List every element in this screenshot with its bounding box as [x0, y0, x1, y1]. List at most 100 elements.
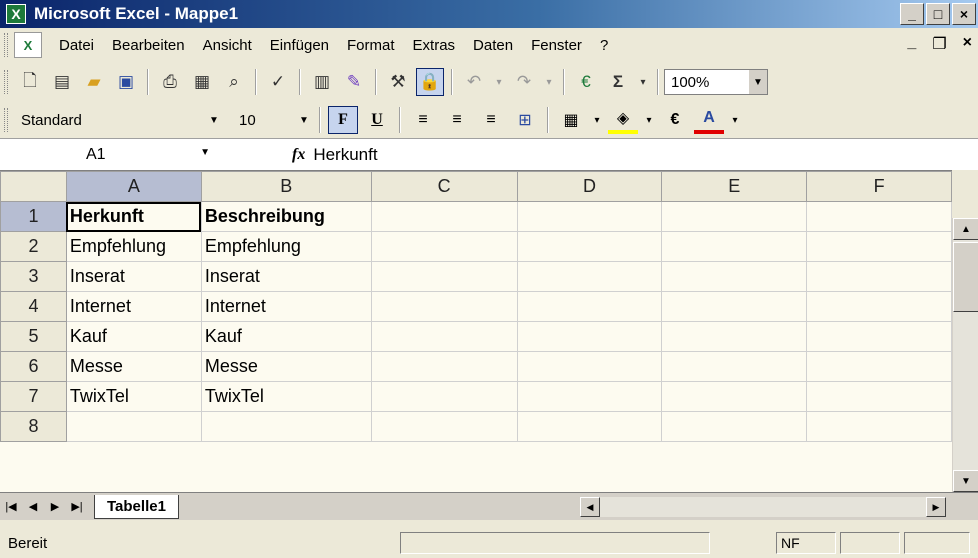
cell[interactable]: [661, 411, 808, 442]
redo-dropdown-icon[interactable]: ▾: [542, 68, 556, 96]
doc-minimize-button[interactable]: _: [907, 34, 916, 54]
toolbar-grip[interactable]: [4, 70, 8, 94]
cell[interactable]: [516, 261, 663, 292]
font-color-dropdown-icon[interactable]: ▾: [728, 106, 742, 134]
function-icon[interactable]: fx: [292, 146, 305, 164]
style-select[interactable]: Standard ▼: [14, 107, 224, 133]
cell-a8[interactable]: [65, 411, 202, 442]
scroll-down-icon[interactable]: ▼: [953, 470, 978, 492]
cell[interactable]: [661, 351, 808, 382]
doc-restore-button[interactable]: ❐: [932, 34, 946, 54]
brush-icon[interactable]: ✎: [340, 68, 368, 96]
merge-center-icon[interactable]: ⊞: [510, 106, 540, 134]
cell-b5[interactable]: Kauf: [200, 321, 372, 352]
first-sheet-icon[interactable]: |◀: [0, 500, 22, 513]
cell[interactable]: [806, 291, 952, 322]
cell[interactable]: [516, 201, 663, 232]
cell-b3[interactable]: Inserat: [200, 261, 372, 292]
row-header[interactable]: 4: [0, 291, 67, 322]
cell[interactable]: [370, 381, 518, 412]
select-all-corner[interactable]: [0, 171, 67, 202]
align-left-icon[interactable]: ≡: [408, 106, 438, 134]
row-header[interactable]: 1: [0, 201, 67, 232]
scroll-left-icon[interactable]: ◀: [580, 497, 600, 517]
cell[interactable]: [806, 381, 952, 412]
cell[interactable]: [661, 291, 808, 322]
cell[interactable]: [661, 201, 808, 232]
menu-einfuegen[interactable]: Einfügen: [261, 37, 338, 54]
row-header[interactable]: 2: [0, 231, 67, 262]
sheet-tab-tabelle1[interactable]: Tabelle1: [94, 494, 179, 519]
scroll-right-icon[interactable]: ▶: [926, 497, 946, 517]
borders-icon[interactable]: ▦: [556, 106, 586, 134]
column-header-f[interactable]: F: [806, 171, 952, 202]
calendar-icon[interactable]: ▥: [308, 68, 336, 96]
cell[interactable]: [516, 381, 663, 412]
cell[interactable]: [806, 261, 952, 292]
doc-close-button[interactable]: ×: [963, 34, 972, 54]
cell-b6[interactable]: Messe: [200, 351, 372, 382]
align-center-icon[interactable]: ≡: [442, 106, 472, 134]
menu-extras[interactable]: Extras: [404, 37, 465, 54]
column-header-d[interactable]: D: [516, 171, 663, 202]
last-sheet-icon[interactable]: ▶|: [66, 500, 88, 513]
cell[interactable]: [806, 231, 952, 262]
cell-a1[interactable]: Herkunft: [65, 201, 202, 232]
cell-b1[interactable]: Beschreibung: [200, 201, 372, 232]
worksheet-grid[interactable]: A B C D E F 1 Herkunft Beschreibung 2 Em…: [0, 170, 952, 492]
cell-b8[interactable]: [200, 411, 372, 442]
undo-icon[interactable]: ↶: [460, 68, 488, 96]
row-header[interactable]: 6: [0, 351, 67, 382]
cell-b7[interactable]: TwixTel: [200, 381, 372, 412]
formula-input[interactable]: Herkunft: [313, 145, 377, 165]
open-folder-icon[interactable]: ▰: [80, 68, 108, 96]
borders-dropdown-icon[interactable]: ▾: [590, 106, 604, 134]
cell[interactable]: [516, 351, 663, 382]
cell[interactable]: [370, 411, 518, 442]
cell-a7[interactable]: TwixTel: [65, 381, 202, 412]
cell[interactable]: [806, 411, 952, 442]
excel-app-icon[interactable]: X: [6, 4, 26, 24]
euro-converter-icon[interactable]: €: [572, 68, 600, 96]
cell-a3[interactable]: Inserat: [65, 261, 202, 292]
cell[interactable]: [370, 321, 518, 352]
row-header[interactable]: 3: [0, 261, 67, 292]
cell[interactable]: [370, 351, 518, 382]
minimize-button[interactable]: _: [900, 3, 924, 25]
maximize-button[interactable]: □: [926, 3, 950, 25]
column-header-a[interactable]: A: [65, 171, 202, 202]
menu-bearbeiten[interactable]: Bearbeiten: [103, 37, 194, 54]
cell[interactable]: [370, 231, 518, 262]
lock-icon[interactable]: 🔒: [416, 68, 444, 96]
menu-grip[interactable]: [4, 33, 8, 57]
font-size-select[interactable]: 10 ▼: [232, 107, 314, 133]
menu-fenster[interactable]: Fenster: [522, 37, 591, 54]
cell[interactable]: [516, 291, 663, 322]
cell[interactable]: [806, 201, 952, 232]
sum-icon[interactable]: Σ: [604, 68, 632, 96]
sum-dropdown-icon[interactable]: ▾: [636, 68, 650, 96]
chevron-down-icon[interactable]: ▼: [295, 108, 313, 132]
font-color-button[interactable]: A: [694, 106, 724, 134]
cell[interactable]: [516, 411, 663, 442]
column-header-c[interactable]: C: [370, 171, 518, 202]
cell[interactable]: [806, 351, 952, 382]
row-header[interactable]: 5: [0, 321, 67, 352]
menu-daten[interactable]: Daten: [464, 37, 522, 54]
name-box[interactable]: A1 ▼: [0, 139, 210, 171]
cell-a5[interactable]: Kauf: [65, 321, 202, 352]
print-preview-icon[interactable]: ▤: [48, 68, 76, 96]
menu-format[interactable]: Format: [338, 37, 404, 54]
tools-icon[interactable]: ⚒: [384, 68, 412, 96]
fill-color-icon[interactable]: ◈: [608, 106, 638, 134]
menu-ansicht[interactable]: Ansicht: [194, 37, 261, 54]
cell[interactable]: [661, 231, 808, 262]
cell-b2[interactable]: Empfehlung: [200, 231, 372, 262]
column-header-e[interactable]: E: [661, 171, 808, 202]
underline-button[interactable]: U: [362, 106, 392, 134]
scroll-up-icon[interactable]: ▲: [953, 218, 978, 240]
print-icon[interactable]: ⎙: [156, 68, 184, 96]
zoom-select[interactable]: 100% ▼: [664, 69, 768, 95]
cell-a6[interactable]: Messe: [65, 351, 202, 382]
vertical-scrollbar[interactable]: ▲ ▼: [952, 218, 978, 492]
